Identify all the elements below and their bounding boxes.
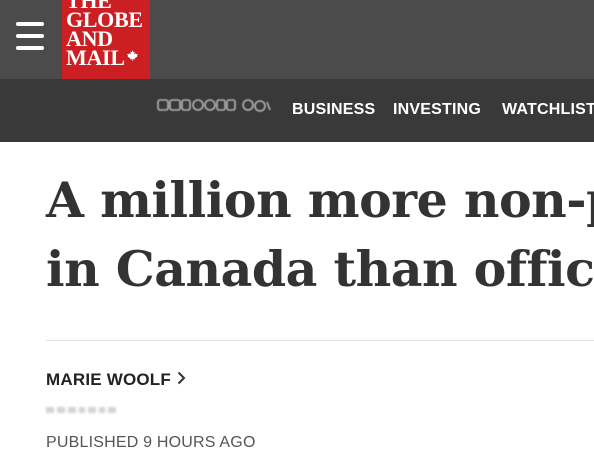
logo-line-mail-row: MAIL (66, 45, 143, 70)
globe-and-mail-logo[interactable]: THE GLOBE AND MAIL (62, 0, 150, 79)
top-header-bar: THE GLOBE AND MAIL (0, 0, 594, 79)
nav-item-watchlist[interactable]: WATCHLIST (502, 101, 594, 119)
article-headline: A million more non-p in Canada than offi… (46, 166, 594, 304)
author-link[interactable]: MARIE WOOLF (46, 370, 186, 390)
hamburger-line (16, 22, 44, 26)
blurred-nav-item[interactable] (156, 96, 274, 114)
chevron-right-icon (177, 370, 186, 390)
author-role-blurred (46, 404, 122, 419)
hamburger-menu-icon[interactable] (14, 22, 46, 50)
logo-line-mail: MAIL (66, 45, 125, 70)
headline-line-1: A million more non-p (46, 171, 594, 229)
blurred-role-glyphs (46, 407, 116, 413)
author-name: MARIE WOOLF (46, 370, 171, 389)
hamburger-line (16, 34, 44, 38)
byline-divider (46, 340, 594, 341)
maple-leaf-icon (126, 50, 138, 61)
nav-item-business[interactable]: BUSINESS (292, 101, 375, 119)
logo-text: THE GLOBE AND MAIL (66, 0, 143, 70)
published-time: PUBLISHED 9 HOURS AGO (46, 434, 256, 451)
hamburger-line (16, 46, 44, 50)
headline-line-2: in Canada than offici (46, 240, 594, 298)
nav-item-investing[interactable]: INVESTING (393, 101, 481, 119)
blurred-nav-glyphs (157, 99, 271, 112)
